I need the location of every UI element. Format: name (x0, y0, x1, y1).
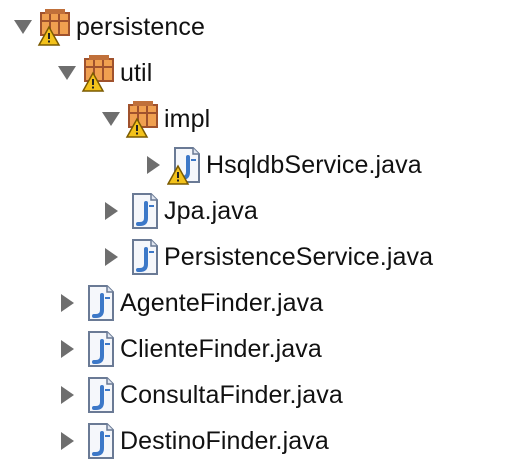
java-file-icon (166, 144, 206, 186)
tree-node-destinofinder[interactable]: DestinoFinder.java (54, 418, 329, 464)
java-file-icon (80, 282, 120, 324)
tree-node-label: ClienteFinder.java (120, 334, 322, 363)
tree-node-label: ConsultaFinder.java (120, 380, 343, 409)
java-file-icon (80, 374, 120, 416)
chevron-right-icon[interactable] (54, 426, 80, 456)
tree-node-jpa[interactable]: Jpa.java (98, 188, 258, 234)
chevron-right-icon[interactable] (140, 150, 166, 180)
tree-node-label: HsqldbService.java (206, 150, 422, 179)
tree-node-label: impl (164, 104, 211, 133)
tree-node-consultafinder[interactable]: ConsultaFinder.java (54, 372, 343, 418)
java-file-icon (124, 236, 164, 278)
tree-node-label: Jpa.java (164, 196, 258, 225)
package-icon (124, 98, 164, 140)
chevron-right-icon[interactable] (98, 196, 124, 226)
chevron-right-icon[interactable] (54, 288, 80, 318)
chevron-down-icon[interactable] (54, 58, 80, 88)
tree-node-impl[interactable]: impl (98, 96, 210, 142)
java-file-icon (124, 190, 164, 232)
chevron-right-icon[interactable] (98, 242, 124, 272)
tree-node-hsqldbservice[interactable]: HsqldbService.java (140, 142, 422, 188)
package-icon (80, 52, 120, 94)
tree-node-label: DestinoFinder.java (120, 426, 329, 455)
chevron-right-icon[interactable] (54, 334, 80, 364)
tree-node-label: util (120, 58, 153, 87)
java-file-icon (80, 328, 120, 370)
tree-node-agentefinder[interactable]: AgenteFinder.java (54, 280, 323, 326)
tree-node-persistenceservice[interactable]: PersistenceService.java (98, 234, 433, 280)
chevron-down-icon[interactable] (10, 12, 36, 42)
tree-node-label: AgenteFinder.java (120, 288, 324, 317)
java-file-icon (80, 420, 120, 462)
tree-node-util[interactable]: util (54, 50, 152, 96)
tree-node-clientefinder[interactable]: ClienteFinder.java (54, 326, 322, 372)
chevron-down-icon[interactable] (98, 104, 124, 134)
tree-node-label: PersistenceService.java (164, 242, 434, 271)
package-explorer-tree: persistence util impl HsqldbService.java… (0, 0, 522, 462)
package-icon (36, 6, 76, 48)
tree-node-persistence[interactable]: persistence (10, 4, 205, 50)
tree-node-label: persistence (76, 12, 205, 41)
chevron-right-icon[interactable] (54, 380, 80, 410)
